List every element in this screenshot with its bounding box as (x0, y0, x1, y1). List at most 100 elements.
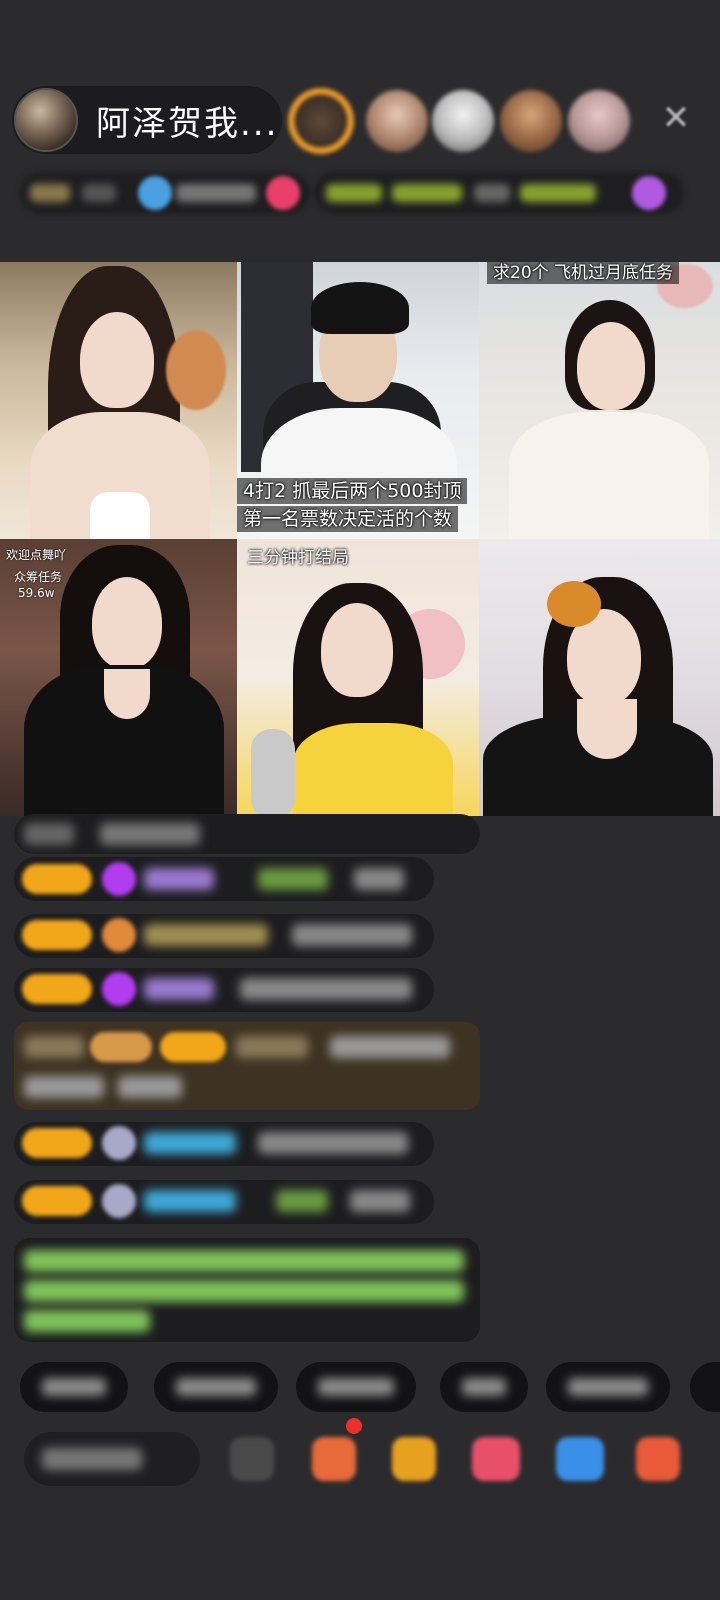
close-icon[interactable]: ✕ (658, 100, 694, 136)
streamer-face (92, 577, 162, 669)
plush-toy (166, 330, 226, 410)
chat-text (24, 1036, 84, 1058)
quick-reply-2[interactable] (154, 1362, 278, 1412)
video-cell-6[interactable] (479, 539, 720, 816)
video-grid: 4打2 抓最后两个500封顶 第一名票数决定活的个数 求20个 飞机过月底任务 … (0, 262, 720, 816)
streamer-face (321, 603, 393, 697)
chat-message[interactable] (14, 814, 480, 854)
comment-placeholder (42, 1448, 142, 1470)
avatar-icon (102, 1184, 136, 1218)
video-cell-5[interactable]: 三分钟打结局 (237, 539, 479, 816)
chat-text (350, 1190, 410, 1212)
shop-icon[interactable] (636, 1437, 680, 1481)
chat-text (292, 924, 412, 946)
chat-text (330, 1036, 450, 1058)
chat-user (258, 868, 328, 890)
live-room-screen: 阿泽贺我... ✕ 4打2 抓最后两个500封顶 第一名票数决定活的个数 求20… (0, 0, 720, 1600)
task-overlay-line2: 第一名票数决定活的个数 (237, 506, 459, 532)
microphone (251, 729, 295, 816)
streamer-neck (577, 699, 637, 759)
host-name: 阿泽贺我... (96, 103, 279, 144)
badge-icon (102, 918, 136, 952)
rank-icon (138, 176, 172, 210)
chat-text (24, 823, 74, 845)
gift-icon[interactable] (266, 176, 300, 210)
level-badge (22, 920, 92, 950)
hair-accessory (547, 581, 601, 627)
quick-reply-label (568, 1378, 648, 1396)
level-badge (22, 1128, 92, 1158)
streamer-top (509, 412, 709, 539)
rank-chip (326, 184, 382, 202)
quick-reply-1[interactable] (20, 1362, 128, 1412)
quick-reply-4[interactable] (440, 1362, 528, 1412)
viewer-avatar-3[interactable] (432, 90, 494, 152)
game-icon[interactable] (556, 1437, 604, 1481)
banner-line1: 欢迎点舞吖 (6, 548, 67, 562)
level-badge (22, 974, 92, 1004)
rank-chip (176, 184, 256, 202)
quick-reply-label (42, 1378, 106, 1396)
chat-user (144, 868, 214, 890)
video-cell-3[interactable]: 求20个 飞机过月底任务 (479, 262, 720, 539)
avatar-icon (102, 1126, 136, 1160)
chat-text (100, 823, 200, 845)
chat-user (276, 1190, 328, 1212)
streamer-face (577, 322, 645, 410)
chat-text (24, 1076, 104, 1098)
quick-reply-label (318, 1378, 394, 1396)
rank-chip (474, 184, 510, 202)
chat-user (144, 1190, 236, 1212)
level-badge (90, 1032, 152, 1062)
streamer-top (293, 723, 453, 816)
streamer-face (80, 312, 154, 408)
viewer-avatar-2[interactable] (366, 90, 428, 152)
quick-reply-label (462, 1378, 506, 1396)
notification-dot (346, 1418, 362, 1434)
banner-line3: 59.6w (18, 586, 55, 600)
rank-chip (82, 184, 116, 202)
level-badge (22, 864, 92, 894)
video-cell-2[interactable]: 4打2 抓最后两个500封顶 第一名票数决定活的个数 (237, 262, 479, 539)
gift-box-icon[interactable] (312, 1437, 356, 1481)
quick-reply-6[interactable] (690, 1362, 720, 1412)
coin-icon[interactable] (392, 1437, 436, 1481)
emoji-icon[interactable] (230, 1437, 274, 1481)
quick-reply-5[interactable] (546, 1362, 670, 1412)
viewer-avatar-1[interactable] (288, 88, 354, 154)
task-overlay: 求20个 飞机过月底任务 (487, 262, 680, 284)
quick-reply-3[interactable] (296, 1362, 416, 1412)
rank-chip (392, 184, 462, 202)
streamer-neck (104, 669, 150, 719)
quick-reply-label (176, 1378, 256, 1396)
rank-chip (520, 184, 596, 202)
red-packet-icon[interactable] (472, 1437, 520, 1481)
viewer-avatar-4[interactable] (500, 90, 562, 152)
banner-line2: 众筹任务 (14, 570, 63, 584)
gem-icon (102, 862, 136, 896)
chat-text (258, 1132, 408, 1154)
chat-user (144, 1132, 236, 1154)
streamer-top (90, 492, 150, 539)
chat-user (236, 1036, 308, 1058)
level-badge (160, 1032, 226, 1062)
viewer-avatar-5[interactable] (568, 90, 630, 152)
rank-icon (632, 176, 666, 210)
streamer-hair (311, 282, 409, 334)
rank-chip (30, 184, 70, 202)
notice-text (24, 1280, 464, 1302)
chat-text (354, 868, 404, 890)
chat-user (144, 978, 214, 1000)
gem-icon (102, 972, 136, 1006)
host-info-pill[interactable]: 阿泽贺我... (12, 86, 282, 154)
level-badge (22, 1186, 92, 1216)
notice-text (24, 1250, 464, 1272)
chat-user (144, 924, 268, 946)
video-cell-4[interactable]: 欢迎点舞吖 众筹任务 59.6w (0, 539, 237, 816)
comment-input[interactable] (24, 1432, 200, 1486)
chat-text (118, 1076, 182, 1098)
task-overlay: 三分钟打结局 (247, 548, 349, 568)
chat-text (240, 978, 412, 1000)
host-avatar[interactable] (14, 88, 78, 152)
video-cell-1[interactable] (0, 262, 237, 539)
